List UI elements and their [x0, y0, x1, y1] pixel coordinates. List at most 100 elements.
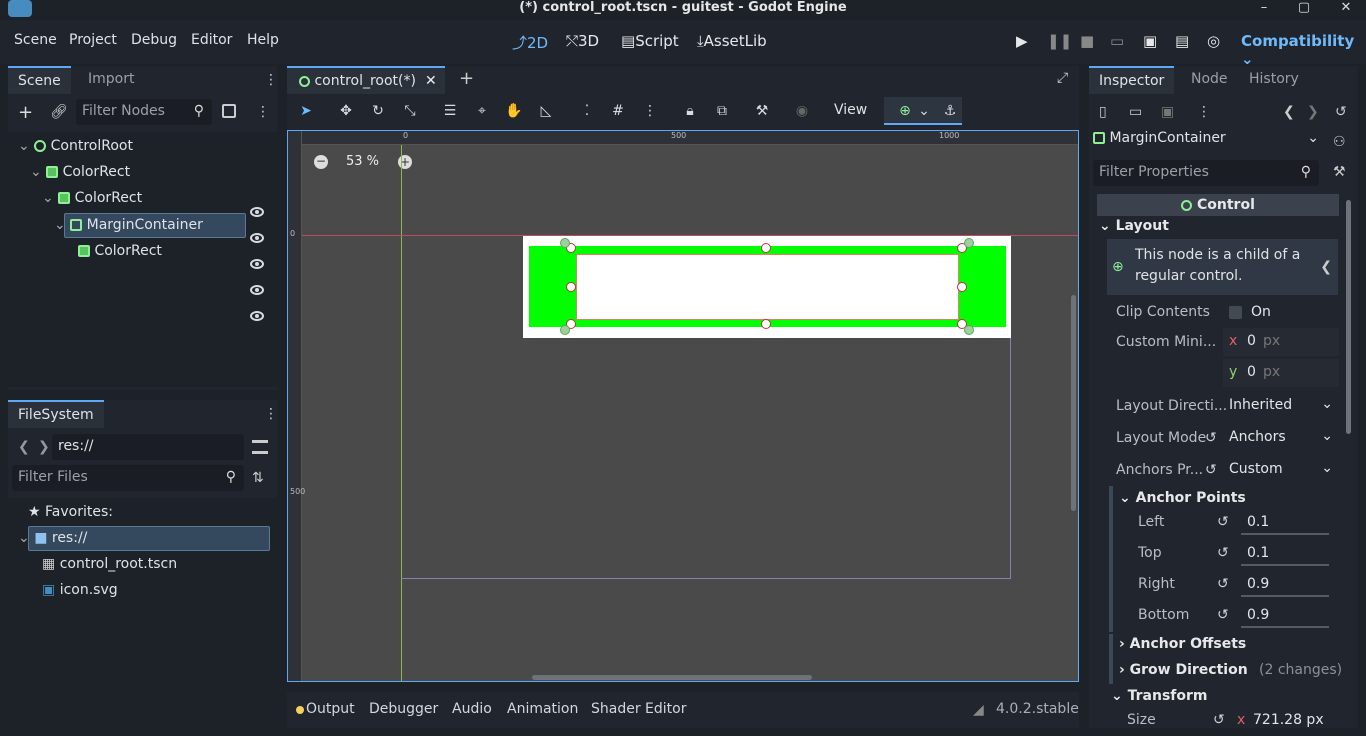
workspace-2d[interactable]: ⤴2D	[512, 32, 548, 53]
revert-icon[interactable]: ↺	[1217, 514, 1229, 530]
stop-icon[interactable]: ■	[1080, 32, 1094, 50]
layout-mode-dropdown[interactable]: Anchors ⌄	[1223, 425, 1339, 451]
viewport[interactable]: 0 500 1000 0 500 − 53 % +	[287, 130, 1079, 682]
tab-node[interactable]: Node	[1181, 66, 1238, 94]
smart-snap-icon[interactable]: ⁚	[577, 101, 597, 121]
tab-animation[interactable]: Animation	[507, 701, 578, 717]
workspace-assetlib[interactable]: ⤓AssetLib	[697, 32, 767, 50]
resize-handle[interactable]	[761, 319, 771, 329]
distraction-free-icon[interactable]: ⤢	[1057, 70, 1068, 86]
play-icon[interactable]: ▶	[1016, 32, 1028, 50]
section-layout[interactable]: ⌄ Layout	[1099, 218, 1169, 234]
inspector-scrollbar[interactable]	[1346, 200, 1351, 434]
tree-node-margincontainer[interactable]: ⌄ MarginContainer	[54, 213, 203, 237]
tab-import[interactable]: Import	[78, 66, 144, 94]
scale-tool-icon[interactable]: ⤡	[400, 101, 420, 121]
split-mode-icon[interactable]	[252, 440, 268, 454]
menu-scene[interactable]: Scene	[14, 32, 57, 48]
add-anchor-icon[interactable]: ⊕	[895, 101, 915, 121]
revert-icon[interactable]: ↺	[1213, 712, 1225, 728]
add-tab-icon[interactable]: +	[459, 68, 474, 89]
subsection-anchor-points[interactable]: ⌄ Anchor Points	[1119, 490, 1246, 506]
scene-menu-icon[interactable]: ⋮	[256, 104, 270, 120]
tab-shader-editor[interactable]: Shader Editor	[591, 701, 686, 717]
anchor-icon[interactable]: ⚓︎	[940, 101, 960, 121]
revert-icon[interactable]: ↺	[1217, 607, 1229, 623]
rotate-tool-icon[interactable]: ↻	[368, 101, 388, 121]
path-input[interactable]: res://	[52, 434, 244, 460]
history-back-icon[interactable]: ❮	[1283, 104, 1295, 120]
anchor-left-slider[interactable]	[1241, 533, 1329, 535]
pan-tool-icon[interactable]: ✋	[504, 101, 524, 121]
add-node-icon[interactable]: +	[18, 102, 33, 123]
anchor-right-slider[interactable]	[1241, 595, 1329, 597]
pause-icon[interactable]: ❚❚	[1047, 32, 1072, 50]
node-type-selector[interactable]: MarginContainer ⌄	[1093, 130, 1323, 154]
select-tool-icon[interactable]: ➤	[296, 101, 316, 121]
visibility-eye-icon[interactable]	[250, 259, 264, 269]
group-icon[interactable]: ⧉	[712, 101, 732, 121]
lock-icon[interactable]: 🔒︎	[680, 101, 700, 121]
history-forward-icon[interactable]: ❯	[1307, 104, 1319, 120]
filter-files-input[interactable]: Filter Files ⚲	[12, 465, 244, 491]
grid-snap-icon[interactable]: #	[608, 101, 628, 121]
v-scrollbar[interactable]	[1071, 295, 1076, 511]
minimize-icon[interactable]: –	[1254, 0, 1274, 16]
clip-contents-checkbox[interactable]	[1229, 306, 1242, 319]
layout-direction-dropdown[interactable]: Inherited ⌄	[1223, 393, 1339, 419]
file-icon-svg[interactable]: ▣ icon.svg	[42, 578, 118, 602]
margincontainer-inner[interactable]	[576, 254, 959, 320]
sort-icon[interactable]: ⇅	[252, 470, 264, 486]
filter-nodes-input[interactable]: Filter Nodes ⚲	[76, 99, 212, 125]
link-icon[interactable]: 🔗︎	[50, 104, 68, 120]
dock-menu-icon[interactable]: ⋮	[264, 406, 278, 422]
zoom-out-icon[interactable]: −	[314, 155, 328, 169]
tab-inspector[interactable]: Inspector	[1089, 66, 1175, 94]
anchor-bottom-slider[interactable]	[1241, 626, 1329, 628]
anchor-left-value[interactable]: 0.1	[1247, 514, 1269, 530]
zoom-level[interactable]: 53 %	[346, 154, 379, 169]
new-resource-icon[interactable]: ▯	[1099, 104, 1107, 120]
menu-project[interactable]: Project	[69, 32, 117, 48]
workspace-3d[interactable]: ⤲3D	[566, 32, 599, 50]
anchor-handle[interactable]	[964, 238, 974, 248]
close-window-icon[interactable]: ✕	[1336, 0, 1356, 16]
revert-icon[interactable]: ↺	[1205, 430, 1217, 446]
select-list-icon[interactable]: ☰	[440, 101, 460, 121]
save-resource-icon[interactable]: ▣	[1161, 104, 1174, 120]
favorites-item[interactable]: ★ Favorites:	[28, 500, 113, 524]
revert-icon[interactable]: ↺	[1217, 576, 1229, 592]
object-history-icon[interactable]: ↺	[1335, 104, 1347, 120]
visibility-eye-icon[interactable]	[250, 285, 264, 295]
tab-output[interactable]: Output	[306, 701, 355, 717]
property-tools-icon[interactable]: ⚒	[1333, 164, 1346, 180]
resize-handle[interactable]	[761, 243, 771, 253]
section-transform[interactable]: ⌄ Transform	[1111, 688, 1207, 704]
play-scene-icon[interactable]: ▣	[1143, 32, 1157, 50]
ruler-tool-icon[interactable]: ◺	[536, 101, 556, 121]
subsection-grow-direction[interactable]: › Grow Direction	[1119, 662, 1248, 678]
revert-icon[interactable]: ↺	[1205, 462, 1217, 478]
visibility-eye-icon[interactable]	[250, 207, 264, 217]
open-resource-icon[interactable]: ▭	[1129, 104, 1142, 120]
revert-icon[interactable]: ↺	[1217, 545, 1229, 561]
menu-debug[interactable]: Debug	[131, 32, 177, 48]
h-scrollbar[interactable]	[532, 675, 812, 680]
resize-handle[interactable]	[957, 282, 967, 292]
subsection-anchor-offsets[interactable]: › Anchor Offsets	[1119, 636, 1246, 652]
anchor-dropdown-icon[interactable]: ⌄	[914, 101, 934, 121]
close-tab-icon[interactable]: ✕	[425, 68, 437, 94]
snap-options-icon[interactable]: ⋮	[640, 101, 660, 121]
tree-node-controlroot[interactable]: ⌄ ControlRoot	[18, 134, 133, 158]
menu-editor[interactable]: Editor	[191, 32, 232, 48]
anchor-handle[interactable]	[560, 238, 570, 248]
tab-control-root[interactable]: control_root(*) ✕	[287, 66, 445, 94]
file-control-root[interactable]: ▦ control_root.tscn	[42, 552, 177, 576]
anchor-top-value[interactable]: 0.1	[1247, 545, 1269, 561]
anchor-handle[interactable]	[964, 325, 974, 335]
view-menu[interactable]: View	[834, 102, 867, 118]
resize-handle[interactable]	[566, 282, 576, 292]
tree-node-colorrect-3[interactable]: ColorRect	[78, 239, 162, 263]
tab-scene[interactable]: Scene	[8, 66, 71, 94]
anchor-bottom-value[interactable]: 0.9	[1247, 607, 1269, 623]
